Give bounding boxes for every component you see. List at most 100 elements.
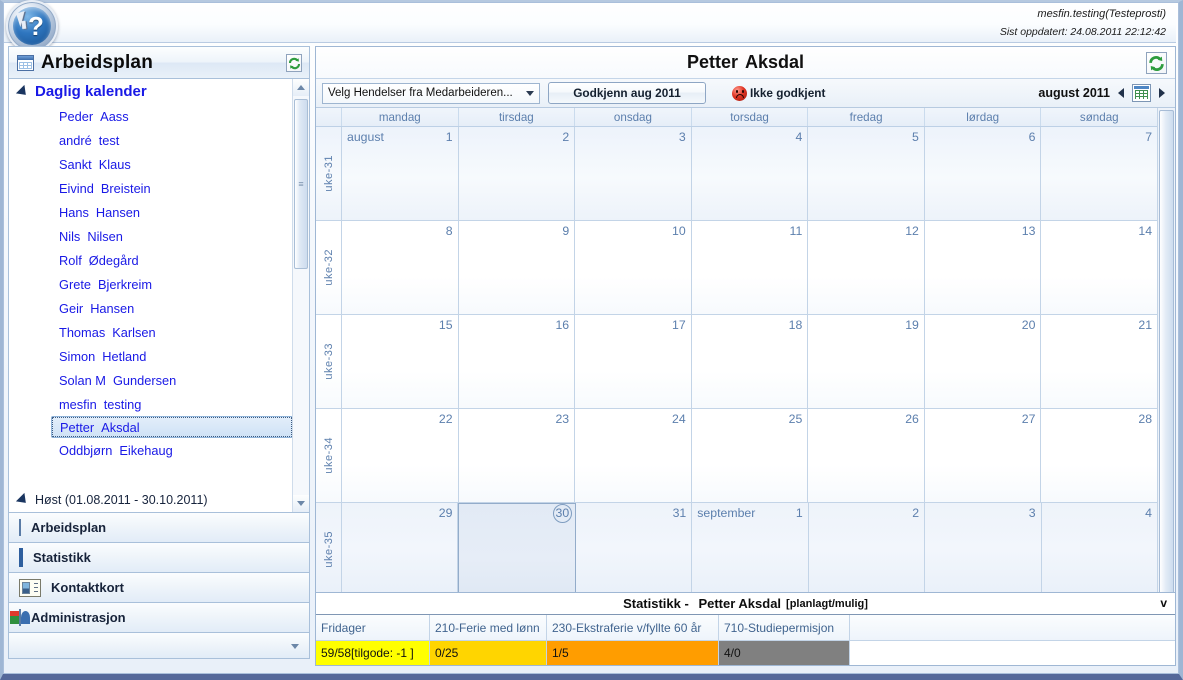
arrow-down-icon (297, 501, 305, 506)
tree-group-season[interactable]: Høst (01.08.2011 - 30.10.2011) (9, 488, 309, 512)
main-toolbar: Velg Hendelser fra Medarbeideren... Godk… (316, 79, 1175, 108)
sidebar-nav-statistikk[interactable]: Statistikk (8, 543, 310, 573)
calendar-week-row: uke-33 15 16 17 18 19 20 21 (316, 315, 1158, 409)
calendar-day-number: 13 (1021, 224, 1036, 238)
sidebar-nav-arbeidsplan[interactable]: Arbeidsplan (8, 513, 310, 543)
calendar-day-cell[interactable]: 1 september (692, 503, 809, 596)
person-first-name: Geir (59, 300, 84, 316)
statistics-icon (19, 548, 23, 567)
calendar-day-number: 2 (562, 130, 570, 144)
person-list-item[interactable]: mesfin testing (9, 392, 309, 416)
tree-group-daily-calendar[interactable]: Daglig kalender (9, 79, 309, 104)
sidebar-more-button[interactable] (8, 633, 310, 659)
calendar-day-cell[interactable]: 19 (808, 315, 925, 408)
calendar-day-name: onsdag (575, 108, 692, 126)
calendar-day-cell[interactable]: 1 august (342, 127, 459, 220)
calendar-day-number: 28 (1138, 412, 1153, 426)
sidebar-refresh-button[interactable] (286, 54, 302, 77)
calendar-day-cell[interactable]: 16 (458, 315, 576, 408)
sidebar-tree[interactable]: Daglig kalender Peder Aass andré test Sankt K… (8, 78, 310, 513)
expand-caret-icon (15, 84, 31, 99)
calendar-day-cell[interactable]: 4 (691, 127, 809, 220)
calendar-day-cell[interactable]: 31 (575, 503, 693, 596)
calendar-day-number: 1 (795, 506, 803, 520)
calendar-week-row: uke-31 1 august 2 3 4 5 6 7 (316, 127, 1158, 221)
sidebar-title: Arbeidsplan (41, 51, 153, 73)
person-list-item[interactable]: Rolf Ødegård (9, 248, 309, 272)
person-list-item[interactable]: Nils Nilsen (9, 224, 309, 248)
calendar-day-cell[interactable]: 4 (1041, 503, 1157, 596)
calendar-day-cell[interactable]: 28 (1041, 409, 1158, 502)
help-orb-icon[interactable]: ? (6, 0, 58, 52)
person-list-item[interactable]: andré test (9, 128, 309, 152)
person-list-item[interactable]: Simon Hetland (9, 344, 309, 368)
calendar-day-cell[interactable]: 22 (342, 409, 459, 502)
calendar-day-cell[interactable]: 2 (808, 503, 926, 596)
arrow-left-icon[interactable] (1118, 88, 1124, 98)
calendar-day-cell[interactable]: 8 (342, 221, 459, 314)
calendar-day-cell[interactable]: 21 (1041, 315, 1158, 408)
person-list-item[interactable]: Solan M Gundersen (9, 368, 309, 392)
sidebar-nav-administrasjon[interactable]: Administrasjon (8, 603, 310, 633)
calendar-day-cell[interactable]: 12 (808, 221, 925, 314)
calendar-day-cell[interactable]: 9 (458, 221, 576, 314)
sidebar-nav-label: Administrasjon (31, 610, 126, 625)
calendar-day-cell[interactable]: 2 (458, 127, 576, 220)
main-refresh-button[interactable] (1146, 52, 1167, 79)
statistics-suffix: [planlagt/mulig] (786, 597, 868, 610)
person-list-item[interactable]: Hans Hansen (9, 200, 309, 224)
calendar-day-cell[interactable]: 6 (924, 127, 1042, 220)
calendar-picker-icon[interactable] (1132, 84, 1151, 102)
calendar-day-cell[interactable]: 5 (808, 127, 925, 220)
calendar-day-cell[interactable]: 27 (924, 409, 1042, 502)
person-list-item[interactable]: Sankt Klaus (9, 152, 309, 176)
calendar-grid: mandag tirsdag onsdag torsdag fredag lørdag sø… (316, 108, 1158, 596)
calendar-day-cell[interactable]: 18 (691, 315, 809, 408)
statistics-value-cell: 0/25 (430, 641, 547, 665)
calendar-day-cell[interactable]: 26 (808, 409, 925, 502)
calendar-day-cell[interactable]: 20 (924, 315, 1042, 408)
status-badge: Ikke godkjent (750, 86, 826, 100)
scroll-thumb[interactable] (1159, 110, 1174, 594)
calendar-day-cell[interactable]: 29 (342, 503, 459, 596)
person-list-item[interactable]: Petter Aksdal (51, 416, 293, 438)
person-last-name: Hansen (90, 300, 135, 316)
arrow-right-icon[interactable] (1159, 88, 1165, 98)
calendar-day-cell[interactable]: 25 (691, 409, 809, 502)
sidebar-nav-kontaktkort[interactable]: Kontaktkort (8, 573, 310, 603)
calendar-day-cell[interactable]: 11 (691, 221, 809, 314)
calendar-day-cell[interactable]: 17 (575, 315, 692, 408)
person-list-item[interactable]: Thomas Karlsen (9, 320, 309, 344)
calendar-day-number: 19 (905, 318, 919, 332)
sad-face-icon (732, 85, 747, 101)
statistics-title-text: Statistikk - (623, 596, 689, 611)
person-list-item[interactable]: Peder Aass (9, 104, 309, 128)
person-list-item[interactable]: Grete Bjerkreim (9, 272, 309, 296)
calendar-day-cell[interactable]: 23 (458, 409, 576, 502)
chevron-down-icon[interactable]: v (1160, 596, 1167, 610)
calendar-day-cell[interactable]: 7 (1041, 127, 1158, 220)
statistics-column-header: 230-Ekstraferie v/fyllte 60 år (547, 615, 719, 640)
calendar-week-row: uke-34 22 23 24 25 26 27 28 (316, 409, 1158, 503)
calendar-day-cell[interactable]: 14 (1041, 221, 1158, 314)
person-last-name: Bjerkreim (98, 276, 153, 292)
calendar-scrollbar[interactable] (1157, 108, 1175, 596)
approve-button[interactable]: Godkjenn aug 2011 (548, 82, 706, 104)
calendar-day-number: 5 (912, 130, 919, 144)
calendar-day-cell[interactable]: 13 (924, 221, 1042, 314)
calendar-day-cell[interactable]: 15 (342, 315, 459, 408)
events-combo[interactable]: Velg Hendelser fra Medarbeideren... (322, 82, 540, 104)
calendar-day-cell[interactable]: 24 (575, 409, 692, 502)
tree-group-season-label: Høst (01.08.2011 - 30.10.2011) (35, 493, 208, 507)
scroll-thumb[interactable]: ≡ (294, 99, 308, 269)
calendar-day-cell[interactable]: 3 (925, 503, 1042, 596)
calendar-day-cell[interactable]: 10 (575, 221, 692, 314)
person-list-item[interactable]: Oddbjørn Eikehaug (9, 438, 309, 462)
sidebar-scrollbar[interactable]: ≡ (292, 79, 309, 512)
person-list-item[interactable]: Geir Hansen (9, 296, 309, 320)
calendar-day-cell[interactable]: 30 (458, 503, 576, 596)
scroll-down-button[interactable] (293, 495, 309, 512)
calendar-day-cell[interactable]: 3 (575, 127, 692, 220)
scroll-up-button[interactable] (293, 79, 309, 96)
person-list-item[interactable]: Eivind Breistein (9, 176, 309, 200)
